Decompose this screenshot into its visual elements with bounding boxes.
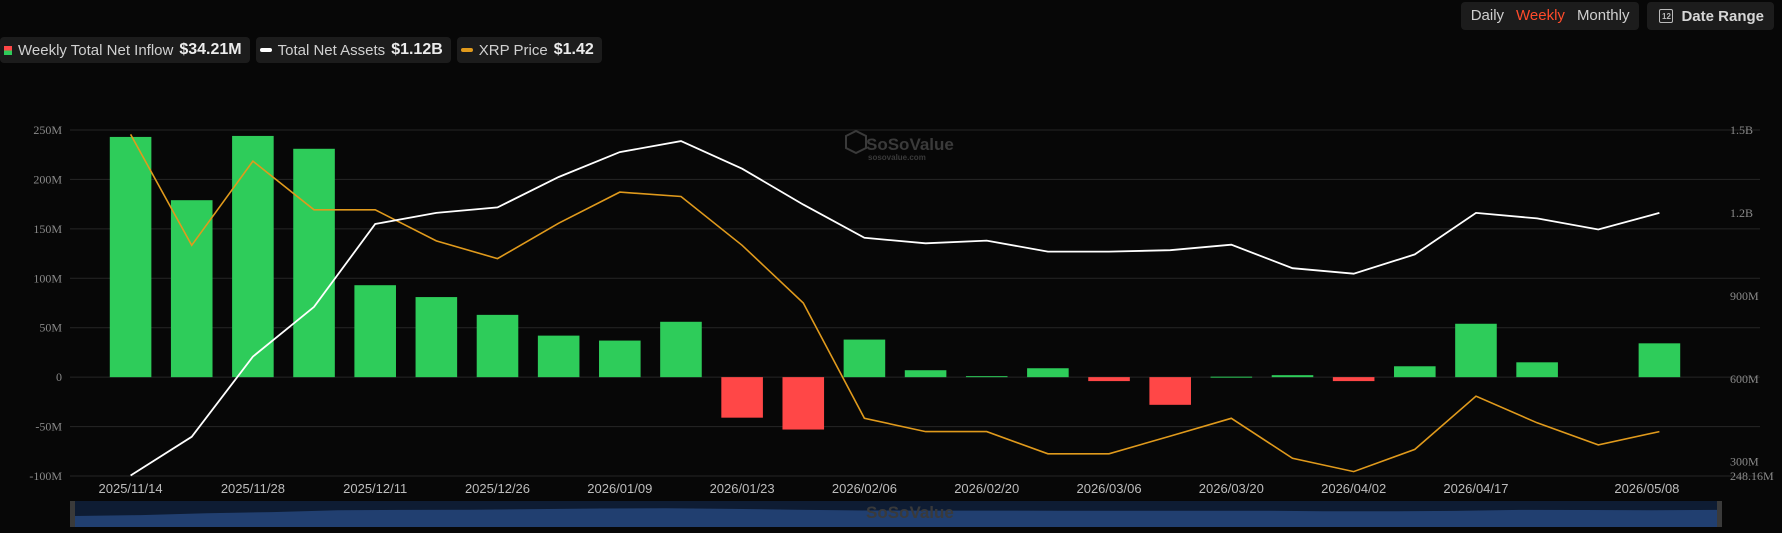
x-axis-tick: 2026/03/20 (1199, 481, 1264, 496)
x-axis-tick: 2026/04/17 (1443, 481, 1508, 496)
inflow-bar (721, 377, 763, 418)
x-axis: 2025/11/14 2025/11/28 2025/12/11 2025/12/26… (99, 481, 1680, 496)
inflow-bar (1516, 362, 1558, 378)
x-axis-tick: 2026/01/23 (710, 481, 775, 496)
x-axis-tick: 2026/02/20 (954, 481, 1019, 496)
inflow-bar (599, 340, 641, 378)
left-axis-tick: 0 (56, 370, 62, 384)
x-axis-tick: 2026/03/06 (1076, 481, 1141, 496)
x-axis-tick: 2025/11/28 (221, 481, 285, 496)
inflow-bar (354, 285, 396, 378)
inflow-bar (1394, 366, 1436, 378)
inflow-bar (904, 370, 947, 378)
left-axis-tick: 50M (39, 321, 62, 335)
inflow-bar (293, 148, 335, 378)
etf-flow-chart: SoSoValue sosovalue.com 250M 200M 150M 100M… (29, 123, 1774, 527)
inflow-bar (109, 136, 152, 378)
inflow-bar (170, 200, 213, 378)
inflow-bar (1088, 377, 1130, 382)
right-axis-tick: 1.5B (1730, 123, 1753, 137)
inflow-bar (1027, 368, 1069, 378)
inflow-bar (1210, 376, 1253, 378)
left-axis-tick: 150M (33, 222, 62, 236)
inflow-bar (660, 321, 702, 378)
x-axis-tick: 2026/04/02 (1321, 481, 1386, 496)
navigator-watermark: SoSoValue (866, 503, 954, 522)
x-axis-tick: 2026/05/08 (1614, 481, 1679, 496)
inflow-bar (1271, 375, 1314, 378)
x-axis-tick: 2026/02/06 (832, 481, 897, 496)
watermark-logo-icon (845, 129, 867, 155)
navigator-handle-right[interactable] (1717, 501, 1722, 527)
left-axis-tick: 100M (33, 271, 62, 285)
range-navigator[interactable]: SoSoValue (70, 501, 1722, 527)
x-axis-tick: 2025/11/14 (99, 481, 163, 496)
left-axis: 250M 200M 150M 100M 50M 0 -50M -100M (29, 123, 62, 483)
watermark: SoSoValue sosovalue.com (845, 129, 954, 162)
right-axis-tick: 1.2B (1730, 206, 1753, 220)
right-axis-tick: 248.16M (1730, 469, 1774, 483)
inflow-bar (1149, 377, 1191, 405)
left-axis-tick: 250M (33, 123, 62, 137)
x-axis-tick: 2025/12/11 (343, 481, 407, 496)
inflow-bar (1638, 343, 1681, 378)
x-axis-tick: 2025/12/26 (465, 481, 530, 496)
inflow-bar (476, 314, 519, 378)
inflow-bar (537, 335, 580, 378)
inflow-bar (415, 297, 458, 378)
right-axis: 1.5B 1.2B 900M 600M 300M248.16M (1730, 123, 1774, 483)
right-axis-tick: 900M (1730, 289, 1759, 303)
right-axis-tick: 600M (1730, 372, 1759, 386)
left-axis-tick: -100M (29, 469, 62, 483)
inflow-bar (1455, 323, 1497, 378)
x-axis-tick: 2026/01/09 (587, 481, 652, 496)
navigator-handle-left[interactable] (70, 501, 75, 527)
left-axis-tick: 200M (33, 172, 62, 186)
inflow-bars (109, 135, 1681, 430)
watermark-url: sosovalue.com (868, 153, 926, 162)
watermark-brand: SoSoValue (866, 135, 954, 154)
inflow-bar (1332, 377, 1375, 382)
inflow-bar (965, 376, 1008, 378)
left-axis-tick: -50M (35, 420, 62, 434)
inflow-bar (843, 339, 886, 378)
right-axis-tick: 300M (1730, 455, 1759, 469)
inflow-bar (782, 377, 825, 430)
